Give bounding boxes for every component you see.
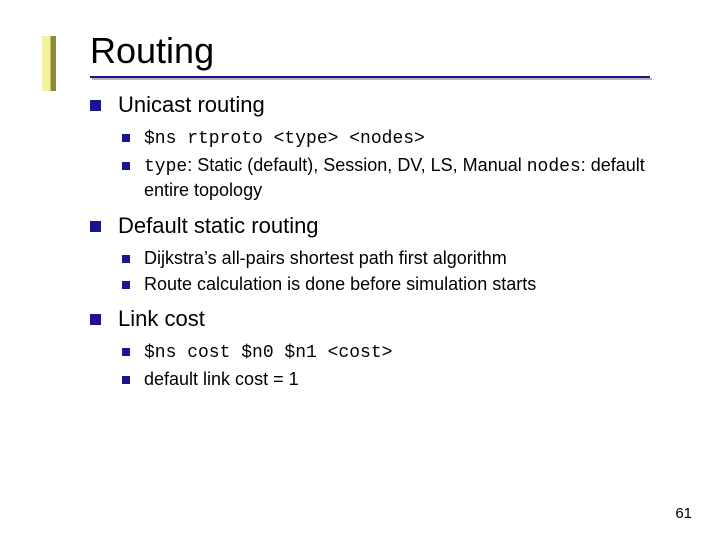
title-underline-shadow — [92, 78, 652, 80]
content-list: Unicast routing $ns rtproto <type> <node… — [90, 90, 670, 392]
accent-bar — [42, 36, 56, 91]
body-text: Route calculation is done before simulat… — [144, 274, 536, 294]
list-item: type: Static (default), Session, DV, LS,… — [118, 154, 670, 203]
title-underline — [90, 76, 650, 78]
section-heading: Unicast routing — [118, 92, 265, 117]
list-item: $ns cost $n0 $n1 <cost> — [118, 340, 670, 365]
code-text: nodes — [527, 157, 581, 177]
slide: Routing Unicast routing $ns rtproto <typ… — [0, 0, 720, 540]
section-unicast: Unicast routing $ns rtproto <type> <node… — [90, 90, 670, 203]
sub-list: $ns rtproto <type> <nodes> type: Static … — [118, 126, 670, 203]
body-text: Dijkstra’s all-pairs shortest path first… — [144, 248, 507, 268]
code-text: type — [144, 157, 187, 177]
section-heading: Default static routing — [118, 213, 319, 238]
list-item: Route calculation is done before simulat… — [118, 273, 670, 296]
sub-list: Dijkstra’s all-pairs shortest path first… — [118, 247, 670, 297]
sub-list: $ns cost $n0 $n1 <cost> default link cos… — [118, 340, 670, 392]
list-item: default link cost = 1 — [118, 368, 670, 391]
body-text: default link cost = 1 — [144, 369, 299, 389]
code-text: $ns cost $n0 $n1 <cost> — [144, 343, 392, 363]
page-number: 61 — [675, 505, 692, 522]
title-block: Routing — [90, 30, 670, 72]
section-default-static: Default static routing Dijkstra’s all-pa… — [90, 211, 670, 296]
section-heading: Link cost — [118, 306, 205, 331]
code-text: $ns rtproto <type> <nodes> — [144, 129, 425, 149]
list-item: $ns rtproto <type> <nodes> — [118, 126, 670, 151]
body-text: : Static (default), Session, DV, LS, Man… — [187, 155, 527, 175]
slide-title: Routing — [90, 30, 670, 72]
section-link-cost: Link cost $ns cost $n0 $n1 <cost> defaul… — [90, 304, 670, 391]
list-item: Dijkstra’s all-pairs shortest path first… — [118, 247, 670, 270]
